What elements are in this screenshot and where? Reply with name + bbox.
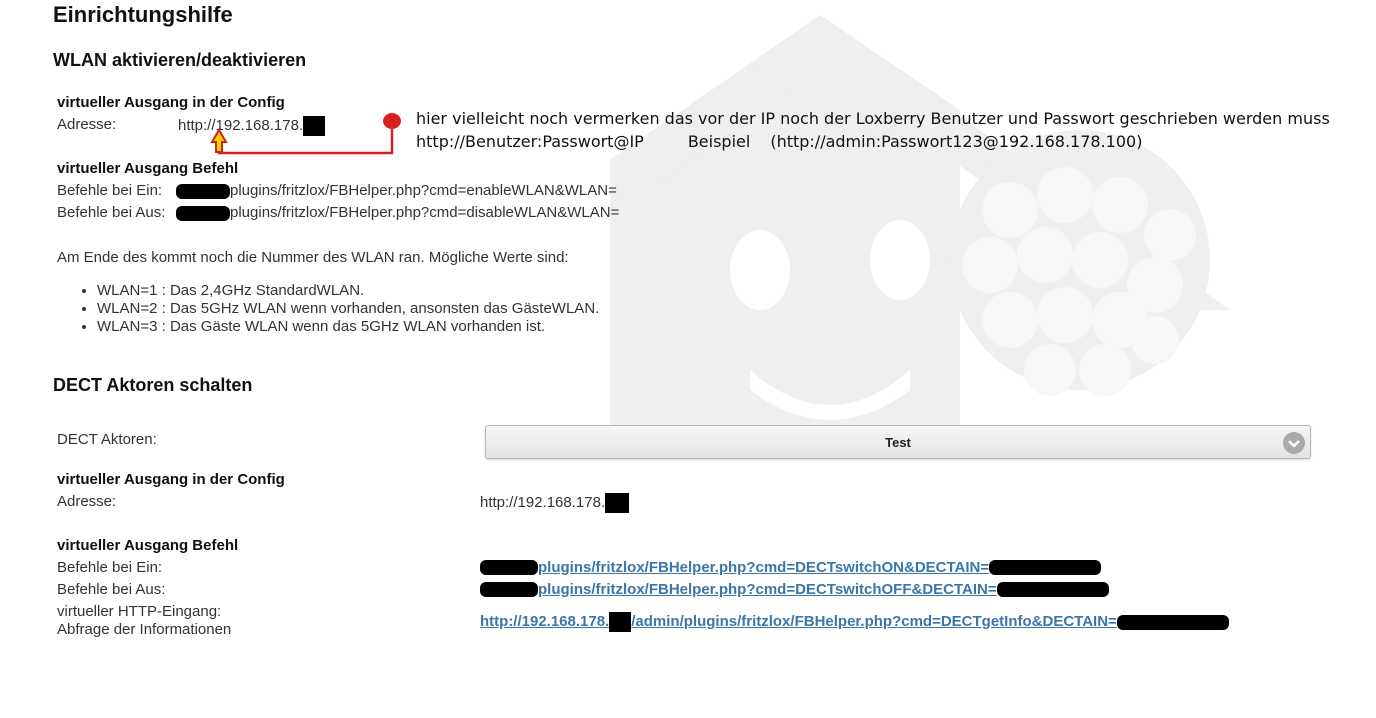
redacted-block [996, 582, 1109, 598]
redacted-block [1116, 614, 1229, 630]
annotation-arrow-icon [210, 113, 401, 155]
dect-address-value: http://192.168.178. [480, 493, 630, 513]
dect-actors-selected-value: Test [885, 435, 911, 450]
dect-http-in-label: virtueller HTTP-Eingang: [57, 603, 222, 620]
wlan-options-list: WLAN=1 : Das 2,4GHz StandardWLAN. WLAN=2… [57, 282, 599, 336]
dect-address-label: Adresse: [57, 493, 117, 510]
dect-switch-off-link[interactable]: plugins/fritzlox/FBHelper.php?cmd=DECTsw… [538, 581, 997, 598]
redacted-block [605, 493, 630, 513]
dect-config-heading: virtueller Ausgang in der Config [57, 471, 285, 488]
redacted-block [480, 582, 538, 598]
chevron-down-icon[interactable] [1283, 432, 1305, 454]
dect-actors-select[interactable]: Test [485, 425, 1311, 459]
redacted-block [480, 560, 538, 576]
wlan-on-label: Befehle bei Ein: [57, 182, 163, 199]
loxberry-watermark-icon [610, 15, 1230, 450]
dect-get-info-link[interactable]: /admin/plugins/fritzlox/FBHelper.php?cmd… [631, 613, 1117, 630]
dect-off-link-row: plugins/fritzlox/FBHelper.php?cmd=DECTsw… [480, 581, 1109, 599]
dect-on-link-row: plugins/fritzlox/FBHelper.php?cmd=DECTsw… [480, 559, 1102, 577]
wlan-command-heading: virtueller Ausgang Befehl [57, 160, 239, 177]
dect-http-in-sublabel: Abfrage der Informationen [57, 621, 232, 638]
dect-info-link-row: http://192.168.178. /admin/plugins/fritzl… [480, 612, 1229, 632]
dect-section-heading: DECT Aktoren schalten [53, 375, 253, 395]
wlan-off-label: Befehle bei Aus: [57, 204, 166, 221]
redacted-block [176, 183, 230, 199]
wlan-on-value: plugins/fritzlox/FBHelper.php?cmd=enable… [176, 182, 617, 199]
page-title: Einrichtungshilfe [53, 2, 233, 27]
redacted-block [989, 560, 1102, 576]
dect-get-info-link-part1[interactable]: http://192.168.178. [480, 613, 609, 630]
wlan-address-label: Adresse: [57, 116, 117, 133]
dect-on-label: Befehle bei Ein: [57, 559, 163, 576]
dect-actors-label: DECT Aktoren: [57, 431, 157, 448]
dect-command-heading: virtueller Ausgang Befehl [57, 537, 239, 554]
list-item: WLAN=3 : Das Gäste WLAN wenn das 5GHz WL… [97, 318, 599, 336]
dect-off-label: Befehle bei Aus: [57, 581, 166, 598]
redacted-block [176, 205, 230, 221]
wlan-off-value: plugins/fritzlox/FBHelper.php?cmd=disabl… [176, 204, 619, 221]
list-item: WLAN=2 : Das 5GHz WLAN wenn vorhanden, a… [97, 300, 599, 318]
wlan-section-heading: WLAN aktivieren/deaktivieren [53, 50, 307, 70]
wlan-info-text: Am Ende des kommt noch die Nummer des WL… [57, 249, 569, 266]
dect-switch-on-link[interactable]: plugins/fritzlox/FBHelper.php?cmd=DECTsw… [538, 559, 989, 576]
list-item: WLAN=1 : Das 2,4GHz StandardWLAN. [97, 282, 599, 300]
annotation-line-1: hier vielleicht noch vermerken das vor d… [416, 109, 1330, 128]
annotation-line-2: http://Benutzer:Passwort@IP Beispiel (http… [416, 132, 1143, 151]
redacted-block [609, 612, 632, 632]
